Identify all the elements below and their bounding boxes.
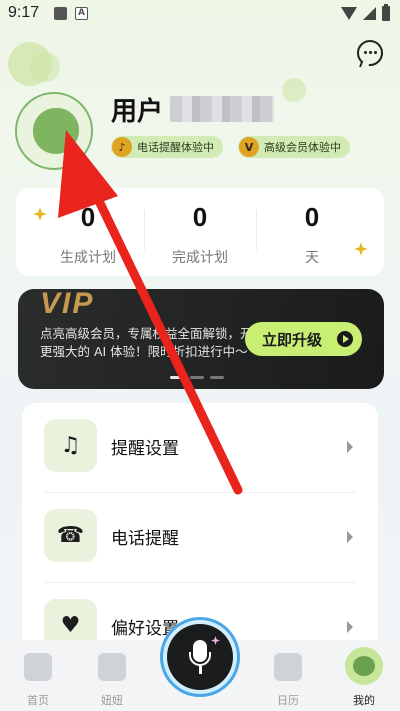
nav-mine[interactable]: 我的 <box>328 640 400 711</box>
upgrade-button-label: 立即升级 <box>262 330 323 349</box>
chat-bubble-icon[interactable] <box>357 40 383 66</box>
stat-label: 生成计划 <box>60 250 116 266</box>
stat-label: 天 <box>305 250 319 266</box>
carousel-dot <box>210 376 224 379</box>
nav-label: 我的 <box>353 694 375 707</box>
carousel-dot <box>190 376 204 379</box>
arrow-right-icon <box>337 331 353 347</box>
vip-title: VIP <box>40 289 95 320</box>
badge-label: 高级会员体验中 <box>264 141 341 154</box>
vip-banner[interactable]: VIP 点亮高级会员，专属权益全面解锁，开启更强大的 AI 体验！限时折扣进行中… <box>18 289 384 389</box>
upgrade-button[interactable]: 立即升级 <box>245 322 362 356</box>
sparkle-icon <box>211 636 220 645</box>
nav-label: 首页 <box>27 694 49 707</box>
stat-value: 0 <box>192 202 208 232</box>
status-bar: 9:17 A <box>0 0 400 28</box>
username-redacted <box>170 96 274 122</box>
username[interactable]: 用户 <box>111 91 163 128</box>
flower-decoration-icon <box>30 52 60 82</box>
battery-icon <box>382 4 390 21</box>
badge-phone-reminder-trial[interactable]: ♪ 电话提醒体验中 <box>111 136 223 158</box>
nav-label: 日历 <box>277 694 299 707</box>
avatar-character-icon <box>33 108 79 154</box>
badge-label: 电话提醒体验中 <box>137 141 214 154</box>
chevron-right-icon <box>347 531 353 543</box>
chat-icon <box>98 653 126 681</box>
calendar-icon <box>274 653 302 681</box>
flower-decoration-icon <box>282 78 306 102</box>
avatar[interactable] <box>15 92 93 170</box>
stat-generated-plans[interactable]: 0 生成计划 <box>32 188 144 276</box>
nav-niuniu[interactable]: 妞妞 <box>76 640 148 711</box>
vip-description: 点亮高级会员，专属权益全面解锁，开启更强大的 AI 体验！限时折扣进行中～ <box>40 326 266 359</box>
status-right <box>341 4 390 21</box>
carousel-indicator <box>170 376 224 379</box>
voice-input-button[interactable] <box>160 617 240 697</box>
chevron-right-icon <box>347 621 353 633</box>
badge-premium-member-trial[interactable]: V 高级会员体验中 <box>238 136 350 158</box>
stat-value: 0 <box>80 202 96 232</box>
stat-completed-plans[interactable]: 0 完成计划 <box>144 188 256 276</box>
signal-icon <box>363 7 376 20</box>
phone-person-icon: ☎ <box>44 509 97 562</box>
nav-label: 妞妞 <box>101 694 123 707</box>
setting-label: 提醒设置 <box>111 439 179 459</box>
carousel-dot <box>170 376 184 379</box>
stat-label: 完成计划 <box>172 250 228 266</box>
nav-home[interactable]: 首页 <box>2 640 74 711</box>
setting-phone-reminder[interactable]: ☎ 电话提醒 <box>22 493 378 583</box>
mine-avatar-icon <box>345 647 383 685</box>
keyboard-a-icon: A <box>75 7 88 20</box>
chevron-right-icon <box>347 441 353 453</box>
stat-value: 0 <box>304 202 320 232</box>
notification-icon <box>54 7 67 20</box>
music-note-icon: ♫ <box>44 419 97 472</box>
stat-days[interactable]: 0 天 <box>256 188 368 276</box>
setting-reminder[interactable]: ♫ 提醒设置 <box>22 403 378 493</box>
home-icon <box>24 653 52 681</box>
nav-calendar[interactable]: 日历 <box>252 640 324 711</box>
microphone-icon <box>167 624 233 690</box>
wifi-icon <box>341 7 357 20</box>
stats-card: 0 生成计划 0 完成计划 0 天 <box>16 188 384 276</box>
status-time: 9:17 <box>8 4 40 21</box>
setting-label: 电话提醒 <box>111 529 179 549</box>
bell-icon: ♪ <box>112 137 132 157</box>
v-icon: V <box>239 137 259 157</box>
